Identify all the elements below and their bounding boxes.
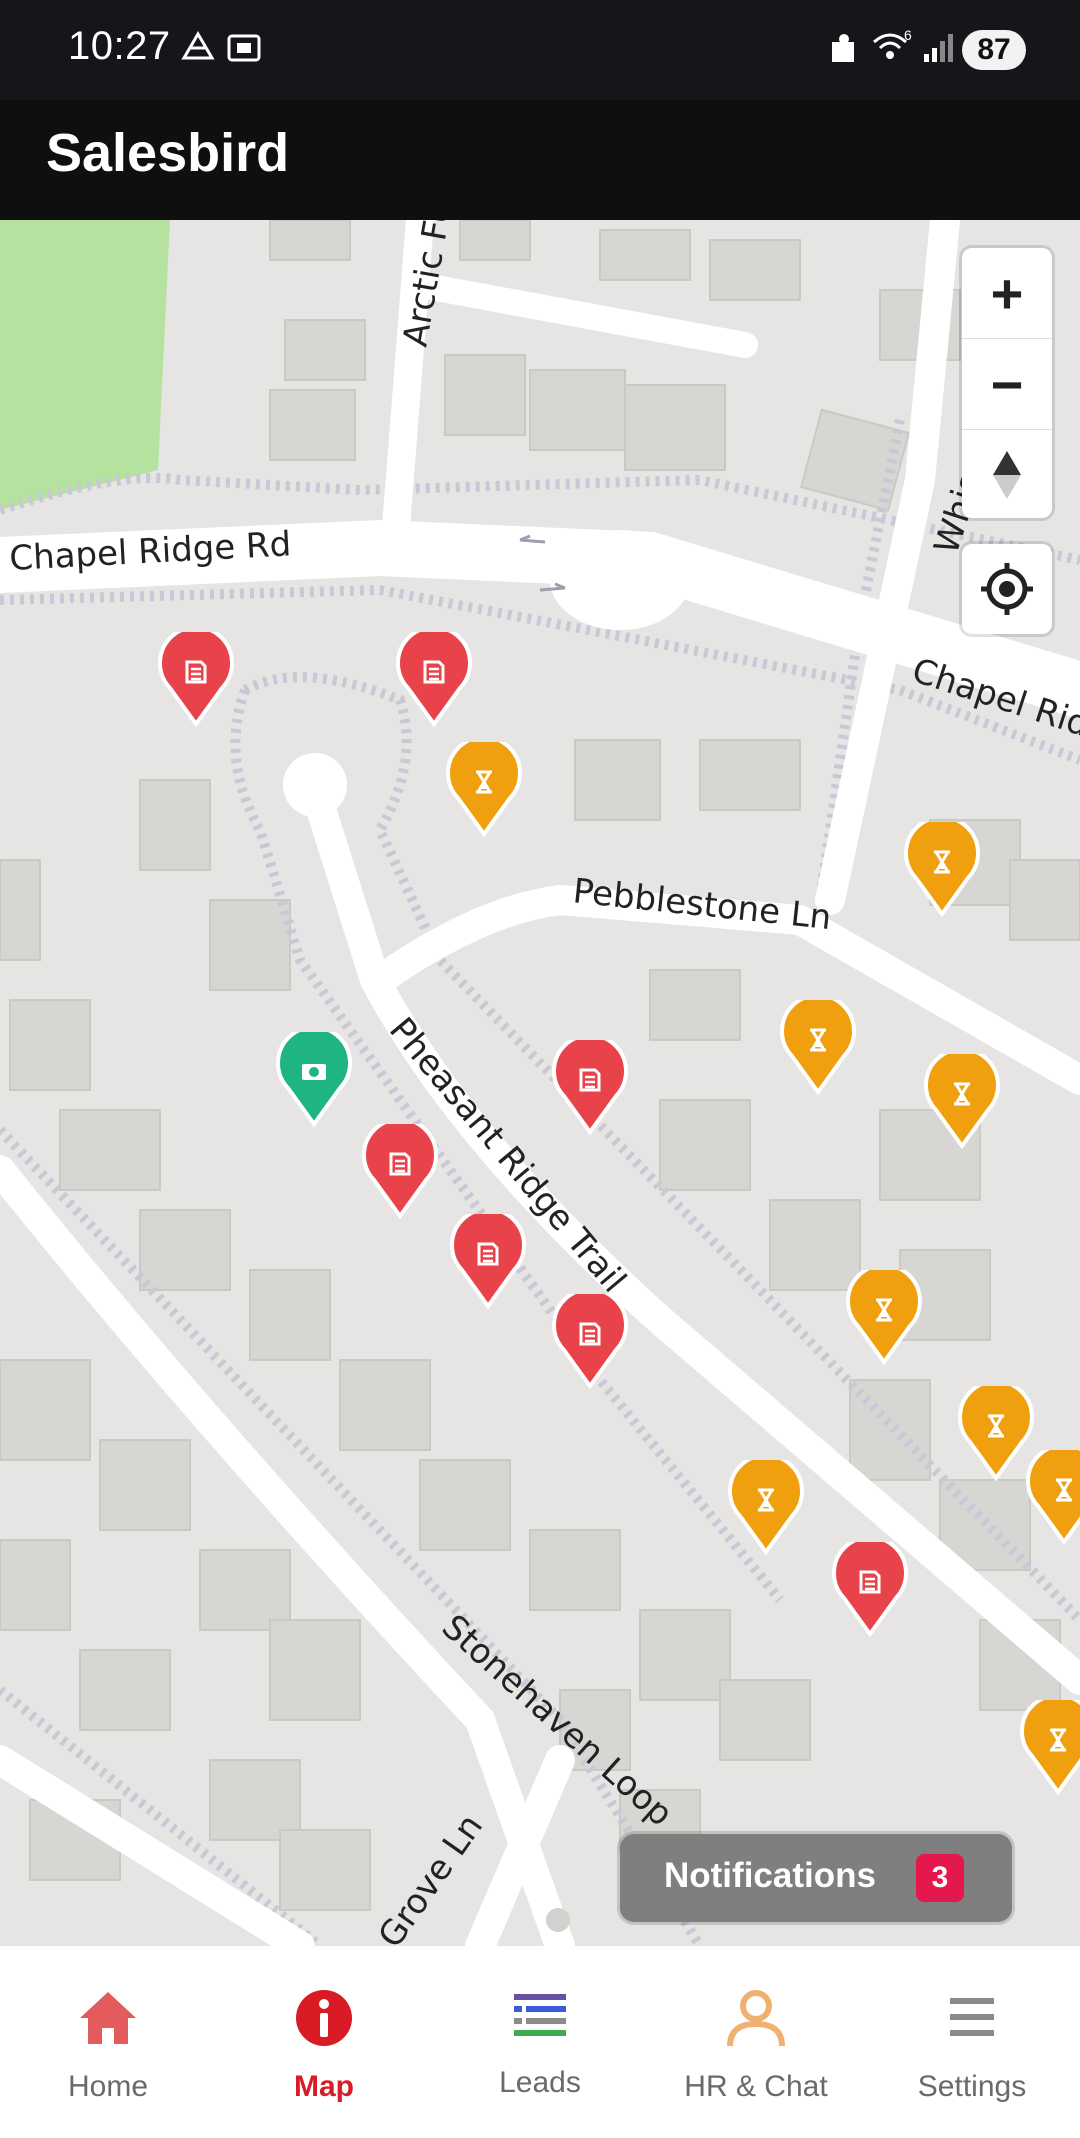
app-title: Salesbird	[46, 123, 290, 183]
lead-pin[interactable]	[831, 1535, 909, 1638]
notifications-button[interactable]: Notifications 3	[620, 1834, 1012, 1922]
pending-pin[interactable]	[1019, 1693, 1080, 1796]
drive-icon	[181, 31, 215, 60]
pending-pin[interactable]	[779, 993, 857, 1096]
sold-pin[interactable]	[275, 1025, 353, 1128]
menu-icon	[950, 1998, 994, 2036]
lead-pin[interactable]	[551, 1033, 629, 1136]
pending-pin[interactable]	[903, 815, 981, 918]
nav-label-hr-chat: HR & Chat	[684, 2070, 828, 2103]
home-icon	[80, 1992, 136, 2044]
map-base: Chapel Ridge Rd Chapel Ridge Rd Pebblest…	[0, 220, 1080, 1946]
battery-indicator: 87	[962, 30, 1026, 70]
notifications-label: Notifications	[664, 1856, 876, 1895]
pending-pin[interactable]	[845, 1263, 923, 1366]
wifi-icon: 6	[873, 30, 912, 59]
notifications-count-badge: 3	[916, 1854, 964, 1902]
nav-map[interactable]: Map	[216, 1946, 432, 2138]
svg-text:6: 6	[904, 30, 912, 43]
person-icon	[727, 1990, 785, 2047]
park-area	[0, 220, 170, 510]
street-label-pebblestone-ln: Pebblestone Ln	[571, 871, 833, 938]
nav-label-settings: Settings	[917, 2070, 1027, 2103]
locate-me-button[interactable]	[962, 544, 1052, 634]
lead-pin[interactable]	[449, 1207, 527, 1310]
status-bar: 10:27 6 87	[0, 0, 1080, 100]
screenshot-icon	[227, 34, 261, 62]
pending-pin[interactable]	[727, 1453, 805, 1556]
lead-pin[interactable]	[157, 625, 235, 728]
pending-pin[interactable]	[957, 1379, 1035, 1482]
compass-icon	[993, 451, 1021, 499]
lead-pin[interactable]	[395, 625, 473, 728]
nav-label-home: Home	[67, 2070, 149, 2103]
cash-icon	[302, 1064, 326, 1080]
puzzle-icon	[832, 34, 854, 62]
lead-pin[interactable]	[361, 1117, 439, 1220]
pending-pin[interactable]	[445, 735, 523, 838]
zoom-in-button[interactable]: +	[962, 248, 1052, 339]
zoom-controls: + −	[962, 248, 1052, 518]
nav-home[interactable]: Home	[0, 1946, 216, 2138]
nav-label-map: Map	[294, 2070, 354, 2103]
nav-hr-chat[interactable]: HR & Chat	[648, 1946, 864, 2138]
crosshair-icon	[981, 563, 1033, 615]
nav-settings[interactable]: Settings	[864, 1946, 1080, 2138]
nav-leads[interactable]: Leads	[432, 1946, 648, 2138]
map-view[interactable]: Chapel Ridge Rd Chapel Ridge Rd Pebblest…	[0, 220, 1080, 1946]
app-bar: Salesbird	[0, 100, 1080, 220]
pending-pin[interactable]	[923, 1047, 1001, 1150]
zoom-out-button[interactable]: −	[962, 339, 1052, 430]
bottom-nav: Home Map Leads HR & Chat Settings	[0, 1946, 1080, 2138]
status-time: 10:27	[68, 24, 171, 68]
list-icon	[514, 1994, 566, 2036]
pending-pin[interactable]	[1025, 1443, 1080, 1546]
info-icon	[296, 1990, 352, 2046]
nav-label-leads: Leads	[499, 2066, 581, 2099]
lead-pin[interactable]	[551, 1287, 629, 1390]
compass-button[interactable]	[962, 430, 1052, 520]
signal-icon	[924, 34, 953, 62]
